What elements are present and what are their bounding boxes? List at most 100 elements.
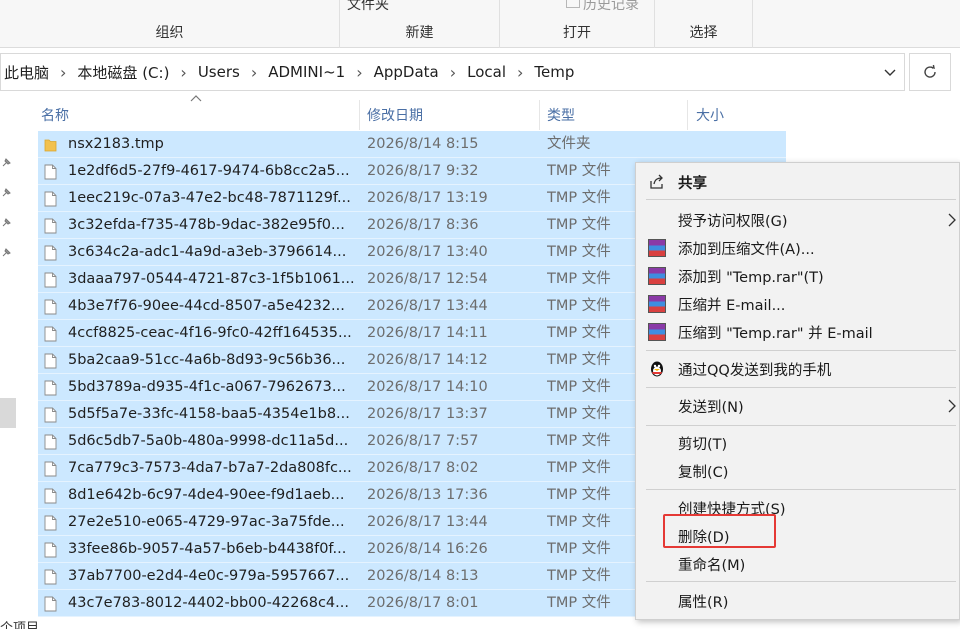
breadcrumb-item-local[interactable]: Local xyxy=(467,63,506,81)
file-date: 2026/8/14 16:26 xyxy=(367,541,488,557)
ribbon-group-label: 打开 xyxy=(563,25,591,41)
file-icon xyxy=(44,515,57,531)
breadcrumb-item-this-pc[interactable]: 此电脑 xyxy=(4,62,49,83)
navigation-pane xyxy=(0,96,18,616)
file-name: 37ab7700-e2d4-4e0c-979a-5957667... xyxy=(68,568,350,584)
column-header-date[interactable]: 修改日期 xyxy=(360,100,540,130)
menu-item-label: 属性(R) xyxy=(678,594,729,611)
menu-item-copy[interactable]: 复制(C) xyxy=(636,457,960,485)
menu-item-add-to-archive[interactable]: 添加到压缩文件(A)... xyxy=(636,234,960,262)
menu-item-cut[interactable]: 剪切(T) xyxy=(636,429,960,457)
file-name: 5d6c5db7-5a0b-480a-9998-dc11a5d... xyxy=(68,433,349,449)
file-icon xyxy=(44,245,57,261)
file-date: 2026/8/17 9:32 xyxy=(367,163,479,179)
status-bar-text: 个项目 xyxy=(0,621,40,629)
breadcrumb-item-users[interactable]: Users xyxy=(198,63,240,81)
file-icon xyxy=(44,218,57,234)
file-icon xyxy=(44,569,57,585)
breadcrumb-item-temp[interactable]: Temp xyxy=(534,63,574,81)
file-date: 2026/8/17 14:12 xyxy=(367,352,488,368)
file-size xyxy=(688,131,780,158)
file-date: 2026/8/17 13:19 xyxy=(367,190,488,206)
file-icon xyxy=(44,353,57,369)
menu-separator xyxy=(646,350,956,351)
menu-item-properties[interactable]: 属性(R) xyxy=(636,587,960,615)
file-date: 2026/8/17 12:54 xyxy=(367,271,488,287)
menu-item-label: 剪切(T) xyxy=(678,436,728,453)
new-folder-button[interactable]: 文件夹 xyxy=(347,0,389,14)
chevron-down-icon[interactable] xyxy=(882,64,898,80)
menu-item-label: 通过QQ发送到我的手机 xyxy=(678,362,832,379)
refresh-button[interactable] xyxy=(909,53,951,91)
file-name: 5ba2caa9-51cc-4a6b-8d93-9c56b36... xyxy=(68,352,346,368)
file-name: 5bd3789a-d935-4f1c-a067-7962673... xyxy=(68,379,346,395)
menu-item-label: 压缩到 "Temp.rar" 并 E-mail xyxy=(678,325,873,342)
menu-item-label: 重命名(M) xyxy=(678,557,746,574)
file-date: 2026/8/17 14:11 xyxy=(367,325,488,341)
breadcrumb-item-appdata[interactable]: AppData xyxy=(374,63,439,81)
file-name: 3c634c2a-adc1-4a9d-a3eb-3796614... xyxy=(68,244,347,260)
menu-item-send-to[interactable]: 发送到(N) xyxy=(636,392,960,420)
file-name: 7ca779c3-7573-4da7-b7a7-2da808fc... xyxy=(68,460,352,476)
address-bar[interactable]: 此电脑 › 本地磁盘 (C:) › Users › ADMINI~1 › App… xyxy=(0,53,905,91)
menu-item-compress-email[interactable]: 压缩并 E-mail... xyxy=(636,290,960,318)
file-name: 5d5f5a7e-33fc-4158-baa5-4354e1b8... xyxy=(68,406,350,422)
chevron-right-icon[interactable]: › xyxy=(517,63,523,82)
file-name: 3daaa797-0544-4721-87c3-1f5b1061... xyxy=(68,271,355,287)
file-date: 2026/8/17 8:01 xyxy=(367,595,479,611)
file-type: 文件夹 xyxy=(547,136,591,152)
chevron-right-icon[interactable]: › xyxy=(60,63,66,82)
file-date: 2026/8/14 8:15 xyxy=(367,136,479,152)
ribbon-group-label: 选择 xyxy=(689,25,718,41)
breadcrumb: 此电脑 › 本地磁盘 (C:) › Users › ADMINI~1 › App… xyxy=(1,62,574,83)
file-date: 2026/8/17 14:10 xyxy=(367,379,488,395)
ribbon: 组织 文件夹 新建 历史记录 打开 选择 xyxy=(0,0,960,48)
nav-selected-item[interactable] xyxy=(0,398,16,428)
pin-icon xyxy=(2,188,11,197)
chevron-right-icon[interactable]: › xyxy=(251,63,257,82)
menu-separator xyxy=(646,581,956,582)
menu-item-label: 添加到压缩文件(A)... xyxy=(678,241,815,258)
file-name: 8d1e642b-6c97-4de4-90ee-f9d1aeb... xyxy=(68,487,345,503)
qq-penguin-icon xyxy=(651,361,663,377)
file-date: 2026/8/17 13:44 xyxy=(367,514,488,530)
menu-item-qq-send[interactable]: 通过QQ发送到我的手机 xyxy=(636,355,960,383)
file-name: 4ccf8825-ceac-4f16-9fc0-42ff164535... xyxy=(68,325,352,341)
refresh-icon xyxy=(924,64,936,78)
file-row[interactable]: nsx2183.tmp 2026/8/14 8:15 文件夹 xyxy=(38,131,786,158)
chevron-right-icon[interactable]: › xyxy=(356,63,362,82)
file-date: 2026/8/17 13:37 xyxy=(367,406,488,422)
context-menu: 共享 授予访问权限(G) 添加到压缩文件(A)... 添加到 "Temp.rar… xyxy=(635,162,960,620)
menu-item-rename[interactable]: 重命名(M) xyxy=(636,550,960,578)
chevron-right-icon[interactable]: › xyxy=(180,63,186,82)
menu-item-add-to-rar[interactable]: 添加到 "Temp.rar"(T) xyxy=(636,262,960,290)
menu-separator xyxy=(646,425,956,426)
breadcrumb-item-admini[interactable]: ADMINI~1 xyxy=(268,63,345,81)
file-date: 2026/8/17 8:02 xyxy=(367,460,479,476)
column-header-type[interactable]: 类型 xyxy=(540,100,688,130)
file-date: 2026/8/13 17:36 xyxy=(367,487,488,503)
column-header-name[interactable]: 名称 xyxy=(38,100,360,130)
file-icon xyxy=(44,596,57,612)
chevron-right-icon[interactable]: › xyxy=(450,63,456,82)
menu-item-label: 共享 xyxy=(678,175,707,192)
file-icon xyxy=(44,407,57,423)
file-icon xyxy=(44,461,57,477)
folder-icon xyxy=(44,139,57,152)
file-name: 4b3e7f76-90ee-44cd-8507-a5e4232... xyxy=(68,298,345,314)
column-header-size[interactable]: 大小 xyxy=(688,100,788,130)
file-icon xyxy=(44,326,57,342)
breadcrumb-item-local-disk[interactable]: 本地磁盘 (C:) xyxy=(77,62,169,83)
history-button[interactable]: 历史记录 xyxy=(583,0,639,14)
ribbon-group-label: 新建 xyxy=(405,25,434,41)
ribbon-group-organize: 组织 xyxy=(0,0,340,48)
file-date: 2026/8/14 8:13 xyxy=(367,568,479,584)
chevron-right-icon xyxy=(948,213,956,227)
history-icon xyxy=(566,0,580,8)
file-date: 2026/8/17 7:57 xyxy=(367,433,479,449)
pin-icon xyxy=(2,218,11,227)
menu-item-grant-access[interactable]: 授予访问权限(G) xyxy=(636,206,960,234)
pin-icon xyxy=(2,158,11,167)
menu-item-compress-rar-email[interactable]: 压缩到 "Temp.rar" 并 E-mail xyxy=(636,318,960,346)
menu-item-share[interactable]: 共享 xyxy=(636,168,960,196)
